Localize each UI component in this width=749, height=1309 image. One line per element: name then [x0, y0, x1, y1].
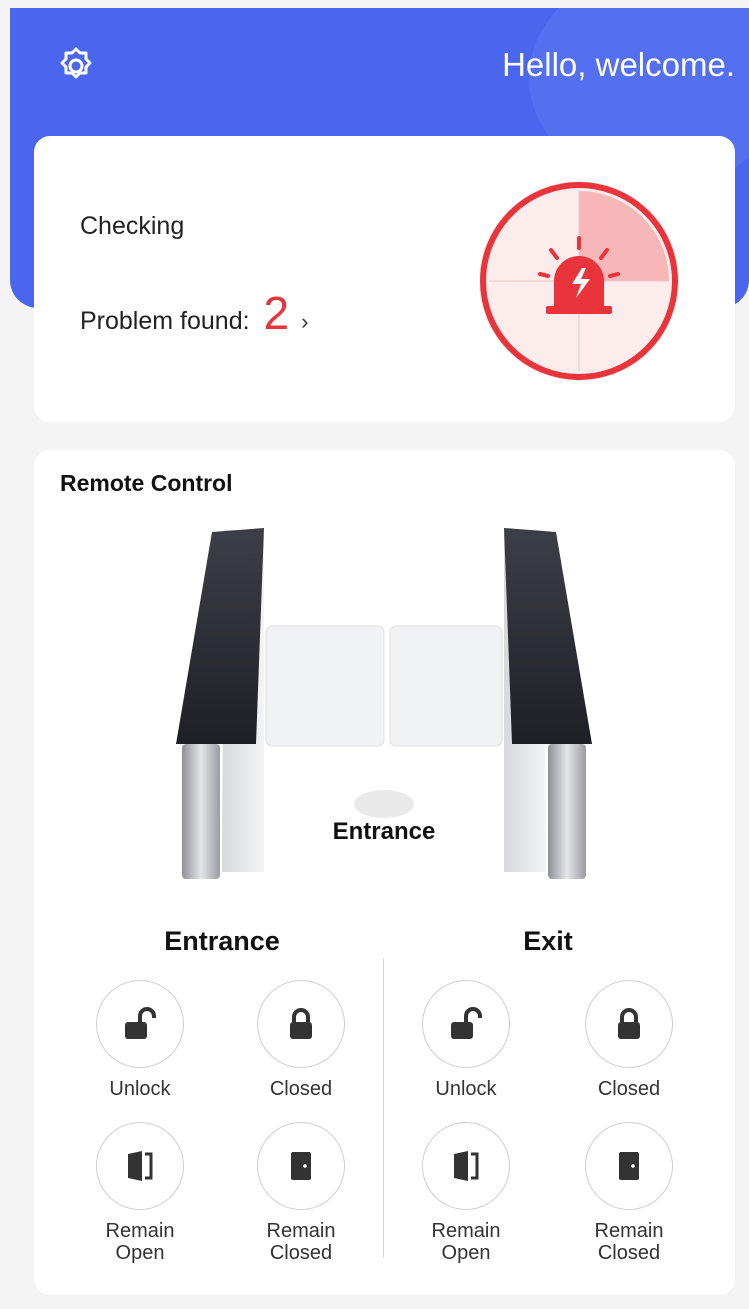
entrance-closed-circle	[257, 980, 345, 1068]
gate-direction-caption: Entrance	[332, 818, 436, 845]
entrance-remain-open-label: Remain Open	[105, 1220, 175, 1264]
entrance-remain-open-circle	[96, 1122, 184, 1210]
entrance-remain-closed-label: Remain Closed	[266, 1220, 336, 1264]
exit-closed-button[interactable]: Closed	[559, 980, 699, 1100]
exit-unlock-button[interactable]: Unlock	[396, 980, 536, 1100]
exit-column-title: Exit	[523, 926, 573, 956]
entrance-unlock-circle	[96, 980, 184, 1068]
lock-icon	[290, 1008, 312, 1039]
greeting-text: Hello, welcome.	[502, 46, 735, 83]
status-card: Checking Problem found: 2 ›	[34, 136, 735, 422]
problem-count: 2	[263, 287, 290, 339]
exit-remain-closed-button[interactable]: Remain Closed	[559, 1122, 699, 1264]
remote-control-title: Remote Control	[60, 470, 233, 496]
unlock-icon	[125, 1007, 156, 1039]
alarm-siren-icon[interactable]	[474, 176, 684, 386]
unlock-icon	[451, 1007, 482, 1039]
column-divider	[383, 958, 384, 1258]
door-closed-icon	[619, 1152, 639, 1180]
problem-found-label: Problem found:	[80, 307, 250, 335]
entrance-closed-button[interactable]: Closed	[231, 980, 371, 1100]
exit-remain-closed-label: Remain Closed	[594, 1220, 664, 1264]
lock-icon	[618, 1008, 640, 1039]
entrance-unlock-button[interactable]: Unlock	[70, 980, 210, 1100]
checking-label: Checking	[80, 212, 185, 240]
exit-remain-open-button[interactable]: Remain Open	[396, 1122, 536, 1264]
entrance-column-title: Entrance	[164, 926, 280, 956]
exit-closed-label: Closed	[597, 1078, 661, 1100]
entrance-remain-closed-circle	[257, 1122, 345, 1210]
door-open-icon	[128, 1151, 153, 1181]
chevron-right-icon: ›	[301, 309, 309, 334]
door-closed-icon	[291, 1152, 311, 1180]
exit-remain-open-circle	[422, 1122, 510, 1210]
exit-unlock-label: Unlock	[435, 1078, 497, 1100]
entrance-unlock-label: Unlock	[109, 1078, 171, 1100]
gear-icon[interactable]	[54, 44, 98, 88]
problem-found-link[interactable]: Problem found: 2 ›	[80, 286, 308, 340]
exit-remain-closed-circle	[585, 1122, 673, 1210]
remote-control-card: Remote Control Entrance Entrance Unlock …	[34, 450, 735, 1295]
exit-unlock-circle	[422, 980, 510, 1068]
door-open-icon	[454, 1151, 479, 1181]
exit-closed-circle	[585, 980, 673, 1068]
entrance-remain-open-button[interactable]: Remain Open	[70, 1122, 210, 1264]
entrance-closed-label: Closed	[269, 1078, 333, 1100]
exit-remain-open-label: Remain Open	[431, 1220, 501, 1264]
entrance-remain-closed-button[interactable]: Remain Closed	[231, 1122, 371, 1264]
